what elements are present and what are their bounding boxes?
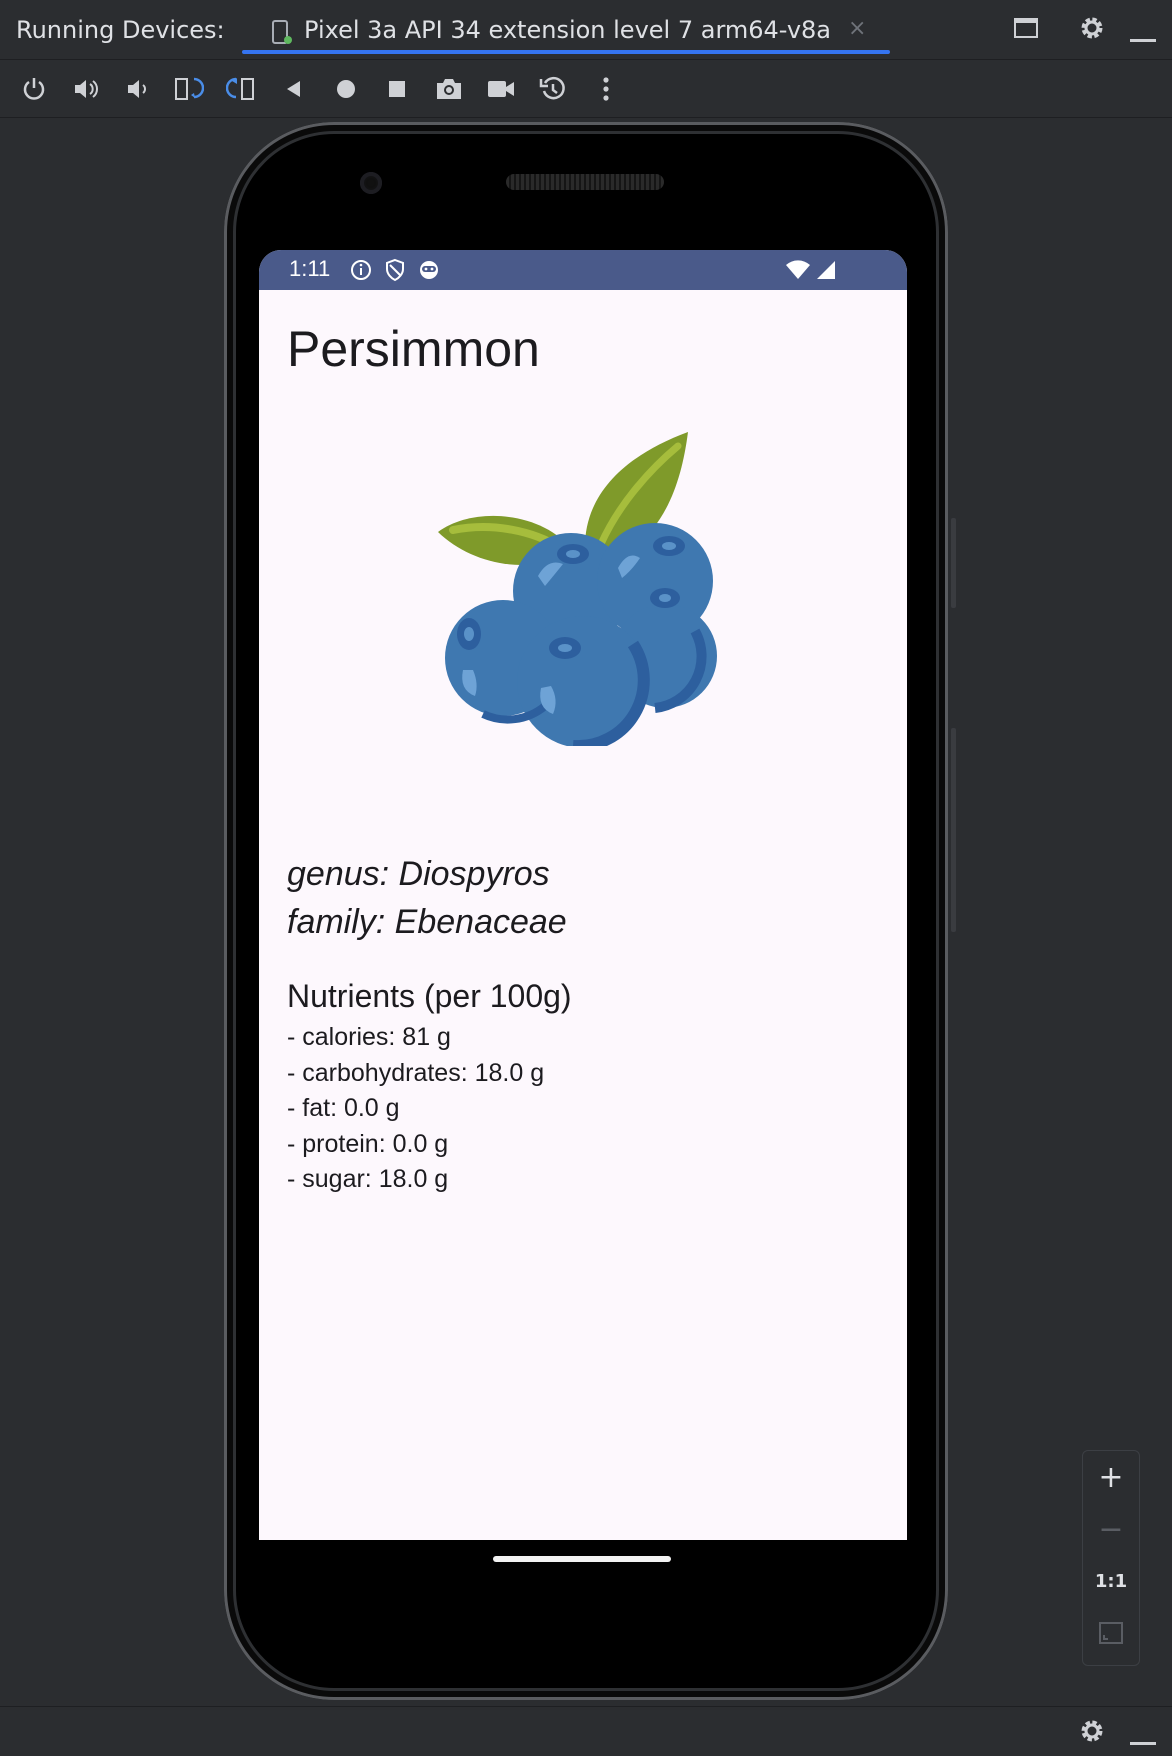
back-icon[interactable] — [279, 74, 309, 104]
device-screen[interactable]: 1:11 Persimmon genus: Diospyros family: … — [259, 250, 907, 1540]
overview-icon[interactable] — [382, 74, 412, 104]
family-text: family: Ebenaceae — [287, 903, 567, 941]
active-tab-indicator — [242, 50, 890, 54]
minimize-icon[interactable] — [1130, 28, 1156, 47]
device-toolbar — [0, 60, 1172, 118]
device-phone-icon — [270, 20, 294, 50]
nutrient-item: - protein: 0.0 g — [287, 1129, 449, 1158]
nutrient-item: - calories: 81 g — [287, 1023, 451, 1051]
panel-label: Running Devices: — [16, 16, 225, 44]
power-icon[interactable] — [19, 74, 49, 104]
rotate-left-icon[interactable] — [174, 74, 204, 104]
volume-up-icon[interactable] — [71, 74, 101, 104]
zoom-in-button[interactable]: + — [1083, 1451, 1139, 1503]
shield-icon — [383, 258, 407, 287]
nutrients-list: - calories: 81 g - carbohydrates: 18.0 g… — [287, 1020, 544, 1198]
home-icon[interactable] — [331, 74, 361, 104]
earpiece-speaker — [506, 174, 664, 190]
front-camera — [360, 172, 382, 194]
nutrient-item: - fat: 0.0 g — [287, 1094, 400, 1122]
nutrient-item: - carbohydrates: 18.0 g — [287, 1058, 545, 1087]
power-button — [951, 518, 956, 608]
cell-signal-icon — [815, 259, 837, 286]
gear-icon[interactable] — [1078, 14, 1106, 46]
maximize-icon[interactable] — [1012, 14, 1040, 46]
zoom-actual-size-button[interactable]: 1:1 — [1083, 1555, 1139, 1607]
device-tab[interactable]: Pixel 3a API 34 extension level 7 arm64-… — [242, 0, 890, 60]
device-frame: 1:11 Persimmon genus: Diospyros family: … — [224, 122, 956, 1700]
volume-button — [951, 728, 956, 932]
zoom-controls: + − 1:1 — [1082, 1450, 1140, 1666]
fruit-name: Persimmon — [287, 321, 540, 377]
status-time: 1:11 — [289, 256, 331, 281]
zoom-fit-icon[interactable] — [1083, 1607, 1139, 1659]
tool-window-header: Running Devices: Pixel 3a API 34 extensi… — [0, 0, 1172, 60]
gear-icon[interactable] — [1078, 1717, 1106, 1749]
screenshot-icon[interactable] — [434, 74, 464, 104]
status-bar: 1:11 — [259, 250, 907, 290]
wifi-icon — [785, 259, 811, 286]
volume-down-icon[interactable] — [123, 74, 153, 104]
screen-record-icon[interactable] — [486, 74, 516, 104]
nutrients-heading: Nutrients (per 100g) — [287, 978, 572, 1014]
fruit-image — [433, 426, 733, 753]
gesture-nav-bar[interactable] — [493, 1556, 671, 1562]
android-face-icon — [417, 258, 441, 287]
snapshot-icon[interactable] — [538, 74, 568, 104]
rotate-right-icon[interactable] — [226, 74, 256, 104]
genus-text: genus: Diospyros — [287, 855, 550, 893]
close-tab-icon[interactable]: × — [848, 16, 866, 41]
zoom-out-button[interactable]: − — [1083, 1503, 1139, 1555]
nutrient-item: - sugar: 18.0 g — [287, 1165, 449, 1193]
info-icon — [349, 258, 373, 287]
device-tab-title: Pixel 3a API 34 extension level 7 arm64-… — [304, 16, 832, 44]
minimize-icon[interactable] — [1130, 1731, 1156, 1750]
taxonomy: genus: Diospyros family: Ebenaceae — [287, 850, 567, 946]
more-icon[interactable] — [591, 74, 621, 104]
bottom-bar — [0, 1706, 1172, 1756]
